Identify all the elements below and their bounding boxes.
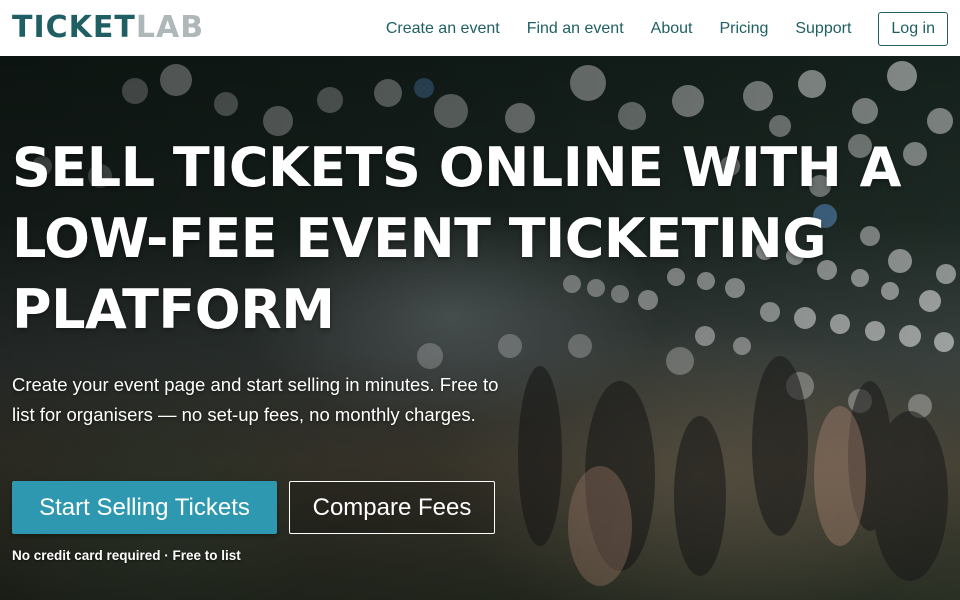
login-button[interactable]: Log in	[878, 12, 948, 46]
hero-headline: SELL TICKETS ONLINE WITH A LOW-FEE EVENT…	[12, 136, 901, 341]
logo-text-ticket: TICKET	[12, 10, 136, 45]
top-navbar: TICKET LAB Create an event Find an event …	[0, 0, 960, 56]
start-selling-tickets-button[interactable]: Start Selling Tickets	[12, 481, 277, 534]
logo-text-lab: LAB	[135, 10, 205, 45]
nav-link-pricing[interactable]: Pricing	[719, 12, 768, 46]
nav-link-create-event[interactable]: Create an event	[386, 12, 500, 46]
cta-note: No credit card required · Free to list	[12, 548, 241, 563]
hero-subtext: Create your event page and start selling…	[12, 374, 499, 425]
nav-link-support[interactable]: Support	[795, 12, 851, 46]
hero-section: SELL TICKETS ONLINE WITH A LOW-FEE EVENT…	[0, 56, 960, 600]
nav-link-find-event[interactable]: Find an event	[527, 12, 624, 46]
compare-fees-button[interactable]: Compare Fees	[289, 481, 495, 534]
main-nav: Create an event Find an event About Pric…	[359, 12, 948, 46]
nav-link-about[interactable]: About	[651, 12, 693, 46]
ticketlab-logo[interactable]: TICKET LAB	[12, 12, 204, 44]
